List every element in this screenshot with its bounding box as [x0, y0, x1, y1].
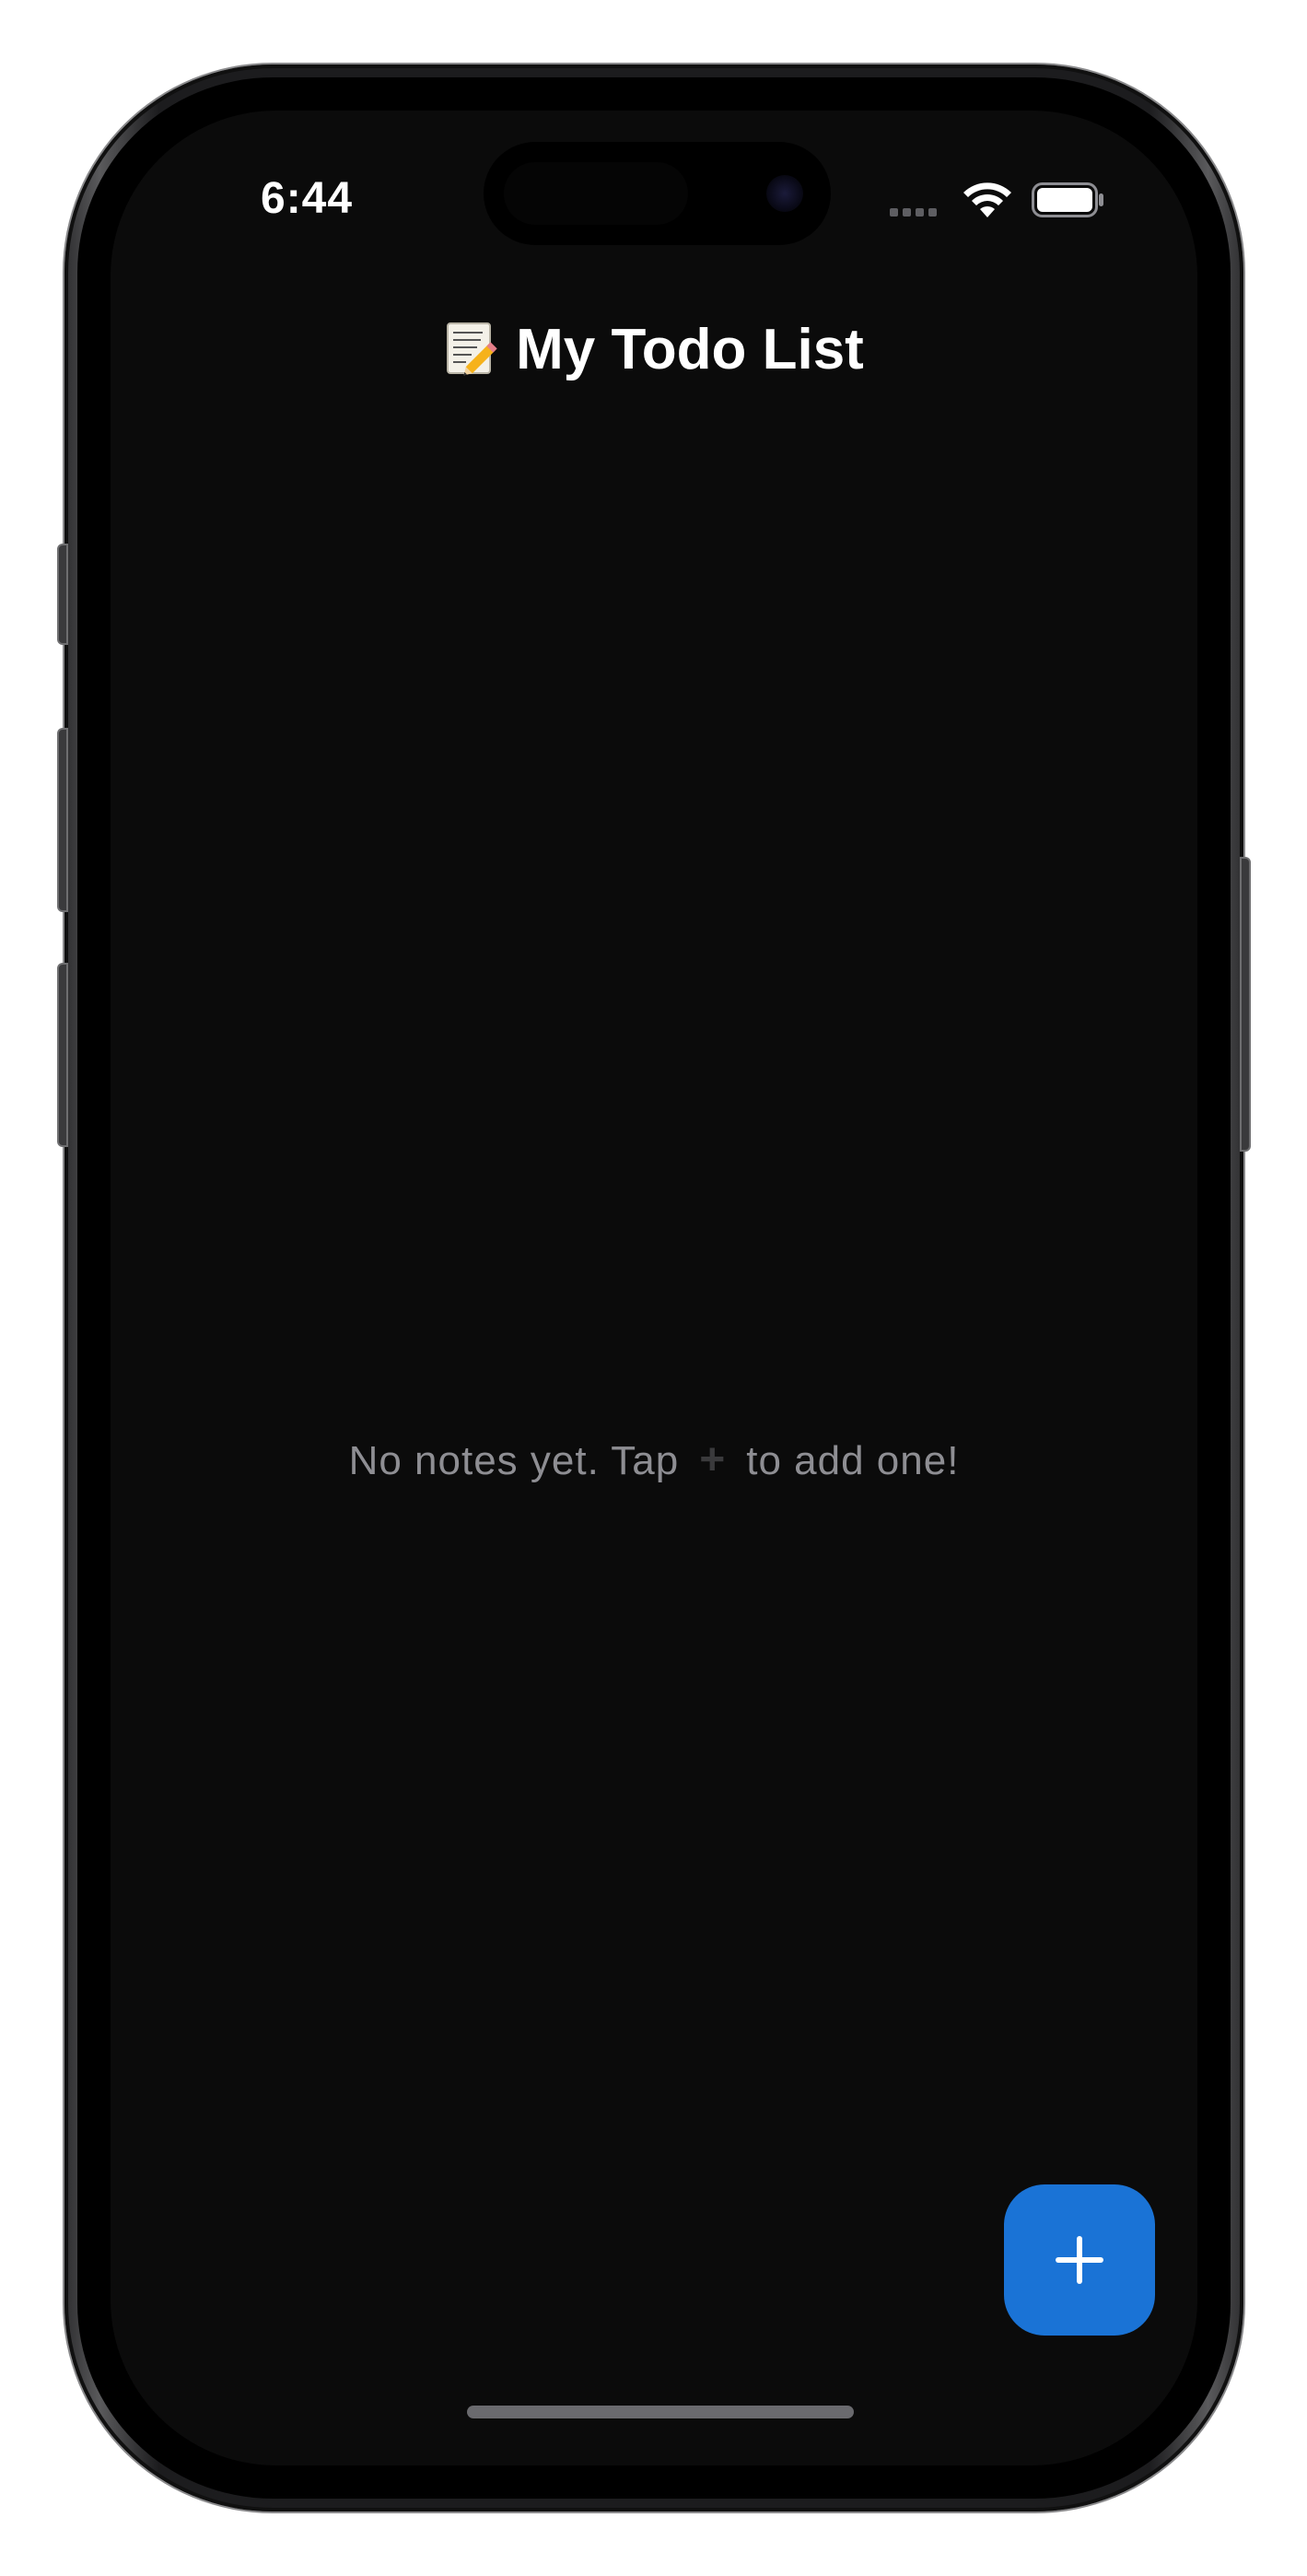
empty-state-text-after: to add one!: [746, 1438, 960, 1483]
wifi-icon: [963, 182, 1011, 217]
page-title: My Todo List: [111, 313, 1197, 387]
battery-icon: [1032, 182, 1103, 217]
page-title-text: My Todo List: [516, 318, 864, 381]
island-sensor: [504, 162, 688, 225]
empty-state-text-before: No notes yet. Tap: [348, 1438, 680, 1483]
empty-state-message: No notes yet. Tap + to add one!: [111, 1433, 1197, 1489]
action-button: [57, 544, 68, 645]
plus-icon: [1056, 2236, 1103, 2284]
front-camera-icon: [766, 175, 803, 212]
volume-down-button: [57, 963, 68, 1147]
dynamic-island: [484, 142, 831, 245]
app-screen: 6:44 My Todo List No notes yet. Tap + to…: [111, 111, 1197, 2465]
status-time: 6:44: [261, 174, 354, 223]
home-indicator[interactable]: [467, 2406, 854, 2418]
memo-pencil-icon: [447, 322, 497, 376]
volume-up-button: [57, 728, 68, 912]
inline-plus-icon: +: [699, 1435, 727, 1484]
add-note-button[interactable]: [1004, 2184, 1155, 2336]
side-power-button: [1240, 857, 1251, 1152]
cellular-signal-icon: [890, 205, 945, 217]
